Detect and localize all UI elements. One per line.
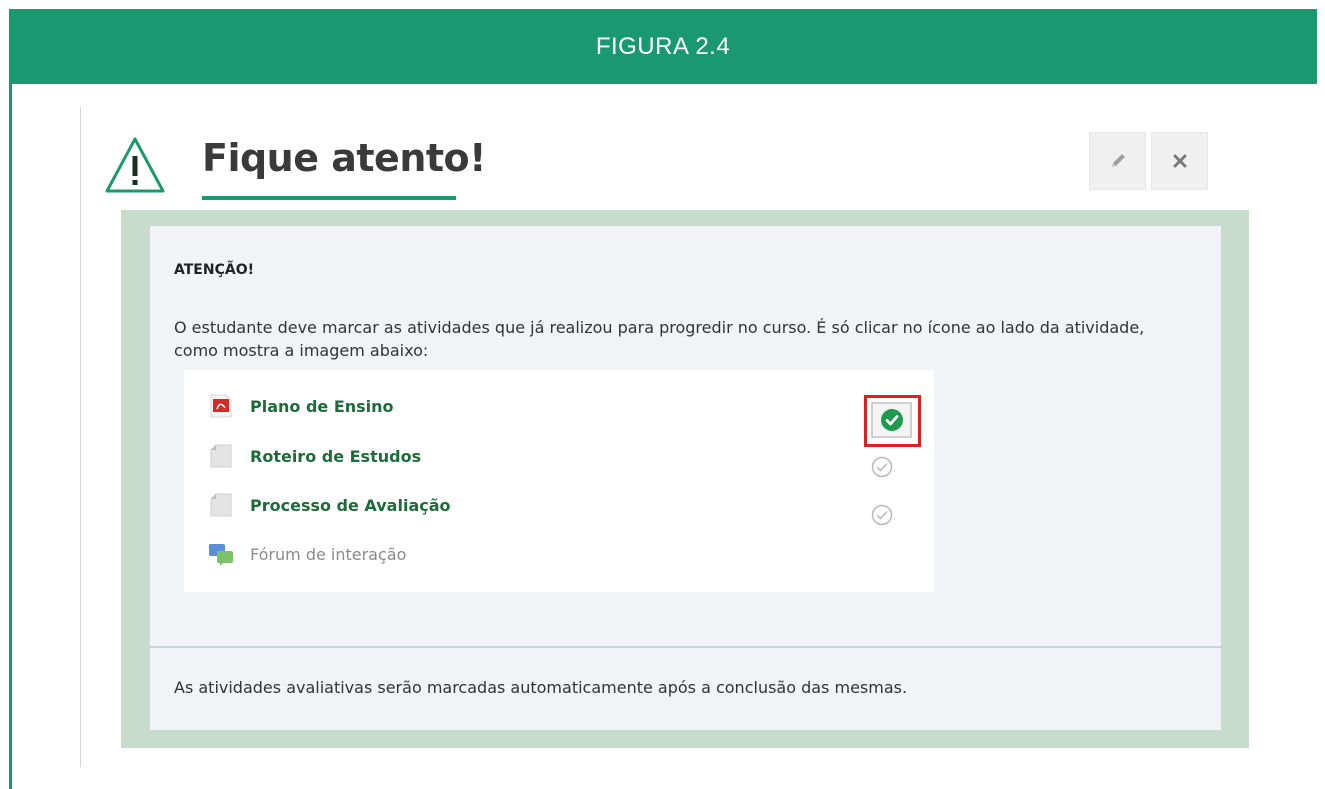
- completion-toggle-checked[interactable]: [871, 402, 912, 438]
- activity-item[interactable]: Roteiro de Estudos: [208, 443, 421, 469]
- pdf-icon: [208, 393, 234, 419]
- figure-header: FIGURA 2.4: [9, 9, 1317, 84]
- warning-icon: [105, 137, 165, 193]
- activity-label[interactable]: Roteiro de Estudos: [250, 447, 421, 466]
- check-circle-icon: [880, 409, 903, 431]
- notice-footer: As atividades avaliativas serão marcadas…: [174, 678, 908, 697]
- notice-intro: O estudante deve marcar as atividades qu…: [174, 318, 1145, 360]
- left-border: [9, 84, 12, 789]
- close-button[interactable]: [1151, 132, 1208, 190]
- activity-label[interactable]: Fórum de interação: [250, 545, 406, 564]
- close-icon: [1173, 154, 1186, 168]
- edit-button[interactable]: [1089, 132, 1146, 190]
- page-icon: [208, 492, 234, 518]
- title-underline: [202, 196, 456, 200]
- notice-heading: ATENÇÃO!: [174, 262, 254, 278]
- activity-label[interactable]: Processo de Avaliação: [250, 496, 451, 515]
- page-icon: [208, 443, 234, 469]
- notice-title: Fique atento!: [202, 136, 486, 180]
- activity-item[interactable]: Plano de Ensino: [208, 393, 394, 419]
- completion-toggle-empty[interactable]: [871, 504, 893, 526]
- completion-toggle-empty[interactable]: [871, 456, 893, 478]
- activity-item[interactable]: Fórum de interação: [208, 541, 406, 567]
- activity-label[interactable]: Plano de Ensino: [250, 397, 394, 416]
- content-rule: [80, 107, 81, 767]
- pencil-icon: [1111, 154, 1125, 167]
- forum-icon: [208, 541, 234, 567]
- card-divider: [150, 646, 1221, 648]
- activity-item[interactable]: Processo de Avaliação: [208, 492, 451, 518]
- figure-title: FIGURA 2.4: [595, 32, 731, 60]
